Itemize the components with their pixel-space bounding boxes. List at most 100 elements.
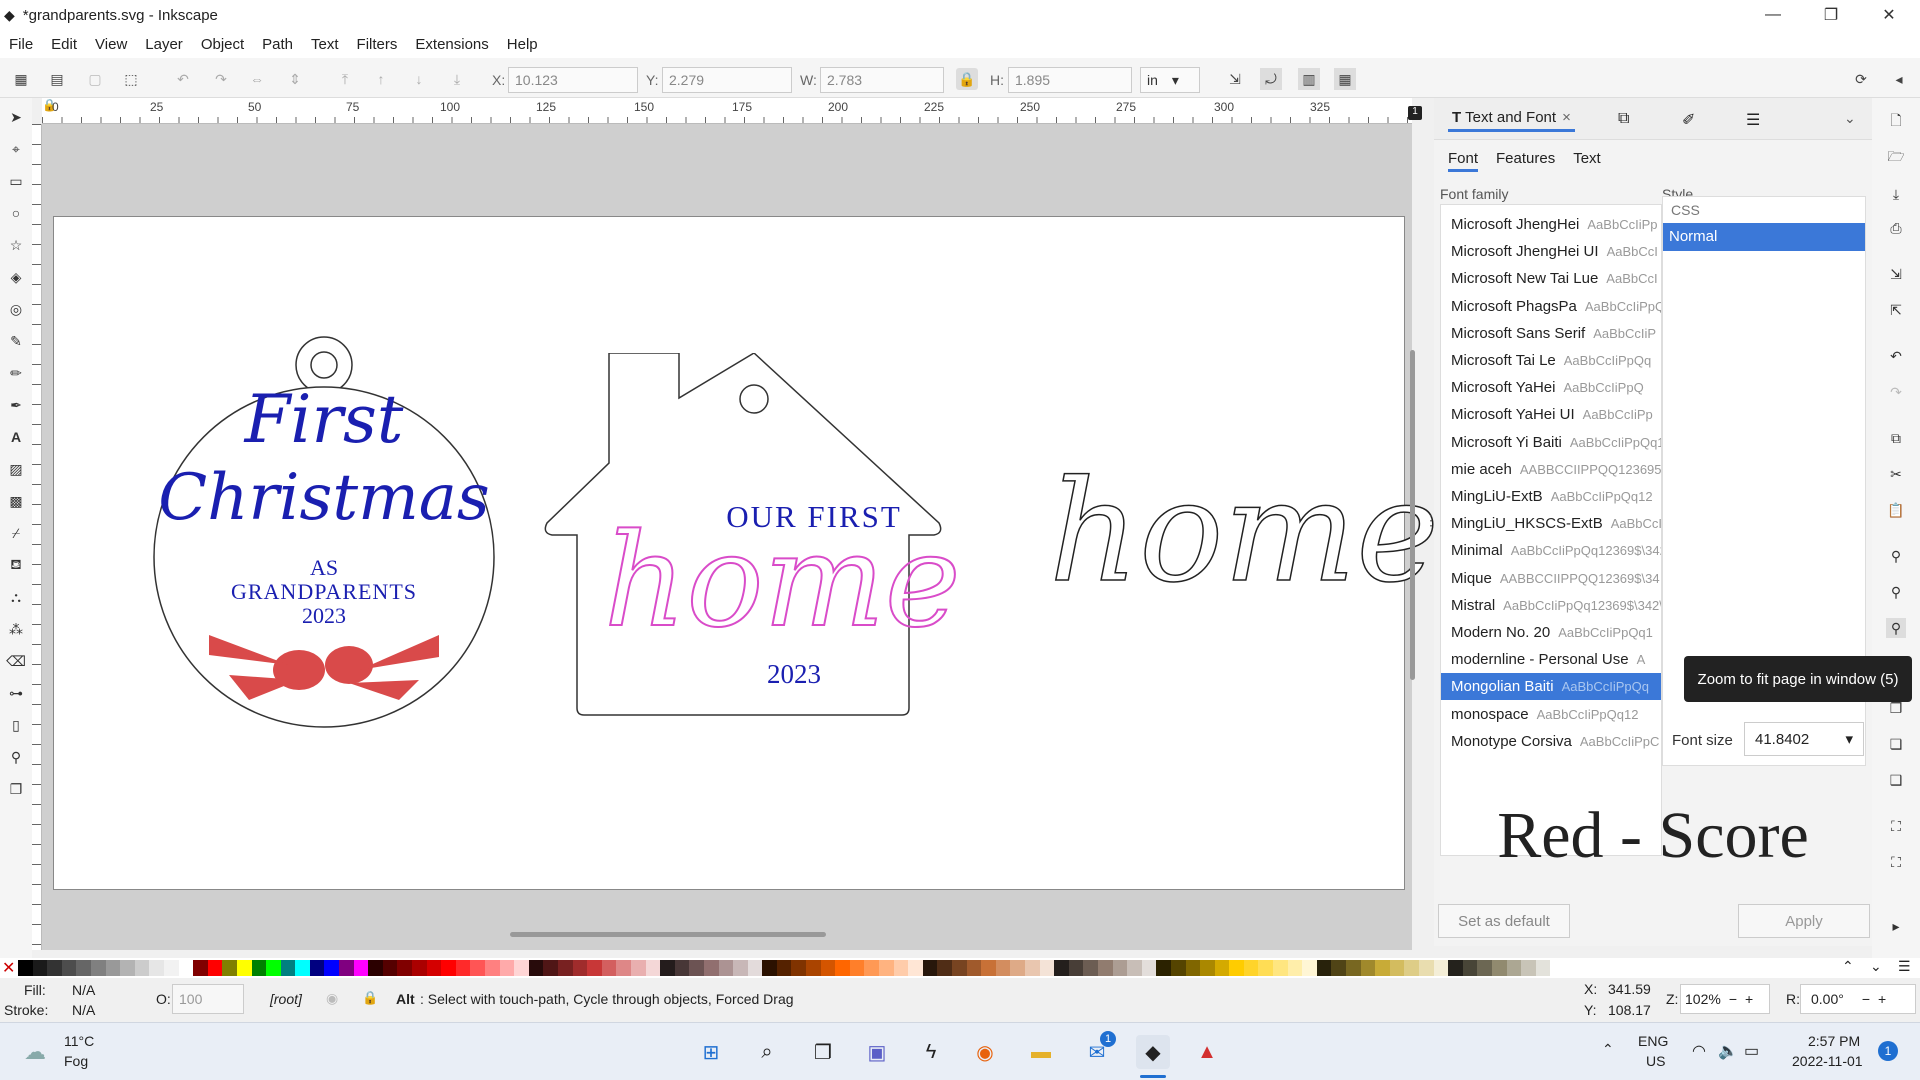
dropper-tool-icon[interactable]: ⌿ xyxy=(5,522,27,544)
color-swatch[interactable] xyxy=(776,960,792,976)
dock-menu-chevron-icon[interactable]: ⌄ xyxy=(1844,110,1856,127)
style-item-css[interactable]: CSS xyxy=(1663,197,1865,223)
color-swatch[interactable] xyxy=(689,960,704,976)
mesh-tool-icon[interactable]: ▩ xyxy=(5,490,27,512)
color-swatch[interactable] xyxy=(1521,960,1536,976)
font-list-item[interactable]: Microsoft PhagsPa AaBbCcIiPpQ xyxy=(1441,293,1661,320)
color-swatch[interactable] xyxy=(32,960,48,976)
color-swatch[interactable] xyxy=(1404,960,1419,976)
zoom-tool-icon[interactable]: ⚲ xyxy=(5,746,27,768)
lower-bottom-icon[interactable]: ⤓ xyxy=(446,68,468,90)
unlink-clone-icon[interactable]: ❑ xyxy=(1886,770,1906,790)
menu-edit[interactable]: Edit xyxy=(42,36,86,53)
paste-icon[interactable]: 📋 xyxy=(1886,500,1906,520)
chevron-down-icon[interactable]: ▾ xyxy=(1845,730,1853,748)
zoom-drawing-icon[interactable]: ⚲ xyxy=(1886,582,1906,602)
color-swatch[interactable] xyxy=(1360,960,1376,976)
color-swatch[interactable] xyxy=(61,960,77,976)
tab-align-icon[interactable]: ☰ xyxy=(1746,110,1760,130)
ungroup-icon[interactable]: ⛶ xyxy=(1886,852,1906,872)
color-swatch[interactable] xyxy=(163,960,179,976)
redo-icon[interactable]: ↷ xyxy=(1886,382,1906,402)
swatch-strip[interactable] xyxy=(18,960,1551,976)
color-swatch[interactable] xyxy=(1302,960,1317,976)
color-swatch[interactable] xyxy=(1097,960,1113,976)
menu-help[interactable]: Help xyxy=(498,36,547,53)
color-swatch[interactable] xyxy=(309,960,325,976)
font-list-item[interactable]: Microsoft Sans Serif AaBbCcIiP xyxy=(1441,320,1661,347)
task-view-icon[interactable]: ❐ xyxy=(806,1035,840,1069)
font-list-item[interactable]: Modern No. 20 AaBbCcIiPpQq1 xyxy=(1441,619,1661,646)
color-swatch[interactable] xyxy=(149,960,164,976)
color-swatch[interactable] xyxy=(1375,960,1390,976)
document-page[interactable]: First Christmas AS GRANDPARENTS 2023 OUR… xyxy=(53,216,1440,890)
color-palette[interactable]: ✕ ⌃ ⌄ ☰ xyxy=(0,958,1920,978)
3d-box-tool-icon[interactable]: ◈ xyxy=(5,266,27,288)
rotate-plus-icon[interactable]: + xyxy=(1878,991,1886,1007)
firefox-icon[interactable]: ◉ xyxy=(968,1035,1002,1069)
color-swatch[interactable] xyxy=(339,960,354,976)
battery-icon[interactable]: ▭ xyxy=(1744,1041,1759,1061)
copy-icon[interactable]: ⧉ xyxy=(1886,428,1906,448)
color-swatch[interactable] xyxy=(572,960,588,976)
rotate-ccw-icon[interactable]: ↶ xyxy=(172,68,194,90)
outline-home-text[interactable]: home xyxy=(1048,452,1440,614)
clock-time[interactable]: 2:57 PM xyxy=(1808,1033,1860,1049)
font-family-list[interactable]: Microsoft JhengHei AaBbCcIiPp Microsoft Jh… xyxy=(1440,204,1662,856)
color-swatch[interactable] xyxy=(1214,960,1230,976)
color-swatch[interactable] xyxy=(280,960,296,976)
subtab-text[interactable]: Text xyxy=(1573,150,1601,172)
subtab-font[interactable]: Font xyxy=(1448,150,1479,172)
color-swatch[interactable] xyxy=(426,960,442,976)
color-swatch[interactable] xyxy=(1273,960,1288,976)
color-swatch[interactable] xyxy=(952,960,967,976)
rectangle-tool-icon[interactable]: ▭ xyxy=(5,170,27,192)
language-code[interactable]: ENG xyxy=(1638,1033,1668,1049)
color-swatch[interactable] xyxy=(1419,960,1434,976)
transform-gradients-icon[interactable]: ▥ xyxy=(1298,68,1320,90)
color-swatch[interactable] xyxy=(1054,960,1069,976)
color-swatch[interactable] xyxy=(1462,960,1478,976)
color-swatch[interactable] xyxy=(820,960,836,976)
pencil-tool-icon[interactable]: ✏ xyxy=(5,362,27,384)
color-swatch[interactable] xyxy=(324,960,340,976)
connector-tool-icon[interactable]: ⊶ xyxy=(5,682,27,704)
color-swatch[interactable] xyxy=(747,960,763,976)
h-field[interactable]: 1.895 xyxy=(1008,67,1132,93)
font-list-item[interactable]: Microsoft YaHei UI AaBbCcIiPp xyxy=(1441,401,1661,428)
bezier-tool-icon[interactable]: ✎ xyxy=(5,330,27,352)
style-item-normal[interactable]: Normal xyxy=(1663,223,1865,251)
close-tab-icon[interactable]: × xyxy=(1562,109,1571,126)
select-all-layers-icon[interactable]: ▤ xyxy=(46,68,68,90)
expand-arrow-icon[interactable]: ▸ xyxy=(1886,916,1906,936)
font-list-item[interactable]: Microsoft JhengHei AaBbCcIiPp xyxy=(1441,211,1661,238)
color-swatch[interactable] xyxy=(879,960,894,976)
text-tool-icon[interactable]: A xyxy=(5,426,27,448)
rotate-minus-icon[interactable]: − xyxy=(1862,991,1870,1007)
font-list-item[interactable]: Microsoft YaHei AaBbCcIiPpQ xyxy=(1441,374,1661,401)
color-swatch[interactable] xyxy=(514,960,529,976)
color-swatch[interactable] xyxy=(1331,960,1347,976)
tab-objects-icon[interactable]: ⧉ xyxy=(1618,110,1629,128)
color-swatch[interactable] xyxy=(1112,960,1128,976)
transform-patterns-icon[interactable]: ▦ xyxy=(1334,68,1356,90)
acrobat-icon[interactable]: ▲ xyxy=(1190,1035,1224,1069)
color-swatch[interactable] xyxy=(193,960,208,976)
font-list-item[interactable]: Minimal AaBbCcIiPpQq12369$\342\202 xyxy=(1441,537,1661,564)
layer-name[interactable]: [root] xyxy=(270,991,302,1007)
color-swatch[interactable] xyxy=(630,960,646,976)
color-swatch[interactable] xyxy=(178,960,194,976)
y-field[interactable]: 2.279 xyxy=(662,67,792,93)
zoom-out-icon[interactable]: − xyxy=(1729,991,1737,1007)
color-swatch[interactable] xyxy=(412,960,427,976)
weather-temp[interactable]: 11°C xyxy=(64,1033,94,1049)
snap-icon[interactable]: ⟳ xyxy=(1850,68,1872,90)
color-swatch[interactable] xyxy=(791,960,807,976)
color-swatch[interactable] xyxy=(397,960,413,976)
font-list-item[interactable]: Mistral AaBbCcIiPpQq12369$\342\202\ xyxy=(1441,592,1661,619)
color-swatch[interactable] xyxy=(660,960,675,976)
notification-badge[interactable]: 1 xyxy=(1878,1041,1898,1061)
fill-value[interactable]: N/A xyxy=(72,982,95,998)
font-list-item[interactable]: Microsoft Tai Le AaBbCcIiPpQq xyxy=(1441,347,1661,374)
gradient-tool-icon[interactable]: ▨ xyxy=(5,458,27,480)
